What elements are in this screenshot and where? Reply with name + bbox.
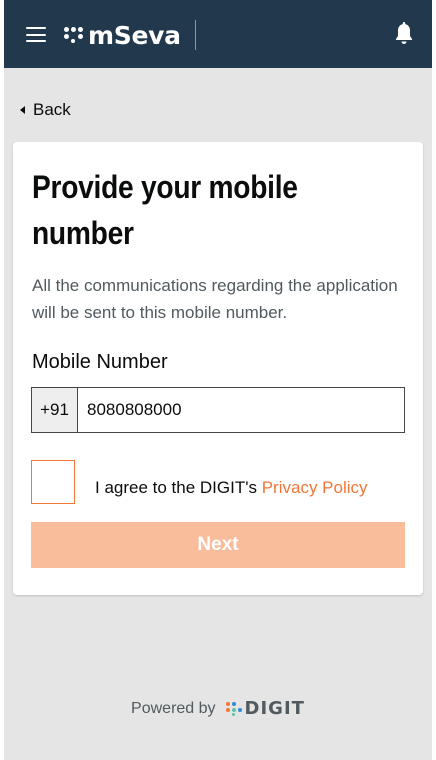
mobile-number-label: Mobile Number <box>32 351 168 373</box>
page-description: All the communications regarding the app… <box>32 276 398 322</box>
mseva-logo: mSeva <box>64 20 181 50</box>
privacy-policy-link[interactable]: Privacy Policy <box>262 478 368 497</box>
digit-dots-icon <box>225 701 242 716</box>
bell-icon[interactable] <box>394 22 414 46</box>
caret-left-icon <box>20 106 25 114</box>
top-bar: mSeva <box>4 0 432 68</box>
privacy-agree-checkbox[interactable] <box>31 460 75 504</box>
privacy-agree-text: I agree to the DIGIT's Privacy Policy <box>95 478 368 498</box>
page-title: Provide your mobile number <box>32 169 298 251</box>
logo-dots-icon <box>64 26 86 44</box>
next-button[interactable]: Next <box>31 522 405 568</box>
digit-logo: DIGIT <box>225 698 305 719</box>
agree-label: I agree to the DIGIT's <box>95 478 262 497</box>
logo-divider <box>195 20 196 50</box>
footer: Powered by DIGIT <box>4 698 432 719</box>
app-name: mSeva <box>88 20 181 50</box>
powered-by-label: Powered by <box>131 699 216 717</box>
back-label: Back <box>33 100 71 119</box>
mobile-number-input[interactable] <box>78 388 404 432</box>
hamburger-menu-icon[interactable] <box>26 27 46 42</box>
mobile-number-card: Provide your mobile number All the commu… <box>13 142 423 595</box>
app-frame: mSeva Back Provide your mobile number Al… <box>4 0 432 760</box>
back-link[interactable]: Back <box>20 99 71 121</box>
mobile-number-field: +91 <box>31 387 405 433</box>
country-code-prefix: +91 <box>32 388 78 432</box>
digit-brand: DIGIT <box>244 698 305 719</box>
